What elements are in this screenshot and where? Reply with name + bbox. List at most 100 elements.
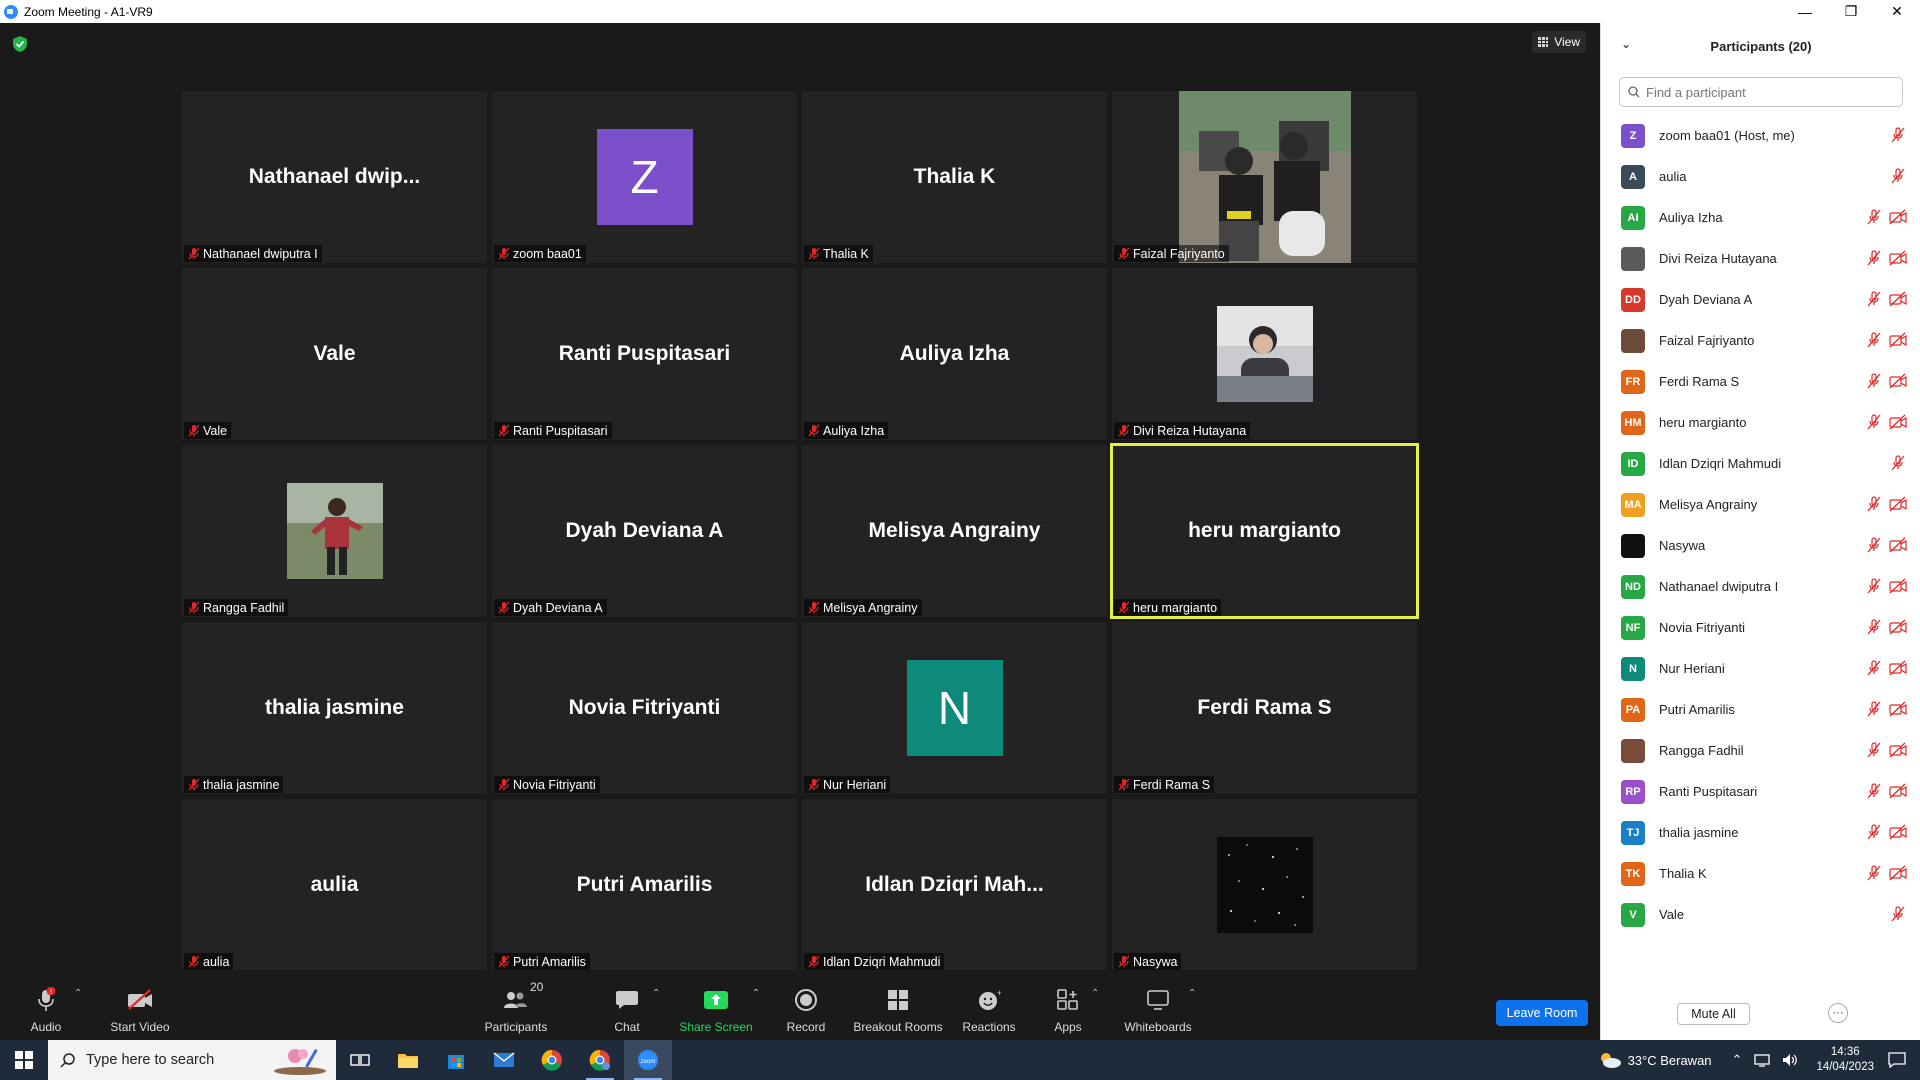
video-tile[interactable]: Zzoom baa01	[492, 91, 797, 263]
tile-name-tag: Nasywa	[1114, 953, 1182, 970]
whiteboards-options-caret[interactable]: ⌃	[1188, 988, 1196, 999]
tile-participant-name: aulia	[203, 954, 230, 969]
mute-all-button[interactable]: Mute All	[1677, 1003, 1750, 1025]
video-tile[interactable]: Nathanael dwip... Nathanael dwiputra I	[182, 91, 487, 263]
tile-name-tag: Thalia K	[804, 245, 873, 262]
status-spacer	[1865, 127, 1883, 143]
participant-row[interactable]: HM heru margianto	[1601, 402, 1920, 443]
participant-row[interactable]: NF Novia Fitriyanti	[1601, 607, 1920, 648]
video-tile[interactable]: N Nur Heriani	[802, 622, 1107, 794]
video-tile[interactable]: Rangga Fadhil	[182, 445, 487, 617]
video-tile[interactable]: Idlan Dziqri Mah... Idlan Dziqri Mahmudi	[802, 799, 1107, 971]
muted-microphone-icon	[498, 955, 510, 968]
share-screen-button[interactable]: Share Screen	[679, 970, 753, 1040]
video-tile[interactable]: Vale Vale	[182, 268, 487, 440]
participant-row[interactable]: Zzoom baa01 (Host, me)	[1601, 115, 1920, 156]
audio-options-caret[interactable]: ⌃	[74, 988, 82, 999]
muted-microphone-icon	[1118, 955, 1130, 968]
breakout-rooms-button[interactable]: Breakout Rooms	[852, 970, 944, 1040]
participant-row[interactable]: Nasywa	[1601, 525, 1920, 566]
video-tile[interactable]: Ranti Puspitasari Ranti Puspitasari	[492, 268, 797, 440]
participant-name: zoom baa01 (Host, me)	[1659, 128, 1795, 143]
zoom-taskbar-button[interactable]: zoom	[624, 1040, 672, 1080]
participant-row[interactable]: ND Nathanael dwiputra I	[1601, 566, 1920, 607]
record-button[interactable]: Record	[786, 970, 826, 1040]
participant-row[interactable]: TK Thalia K	[1601, 853, 1920, 894]
share-screen-label: Share Screen	[679, 1020, 753, 1034]
video-tile[interactable]: aulia aulia	[182, 799, 487, 971]
find-participant-input[interactable]: Find a participant	[1619, 77, 1903, 107]
video-tile[interactable]: Dyah Deviana A Dyah Deviana A	[492, 445, 797, 617]
participants-button[interactable]: 20 Participants	[485, 970, 548, 1040]
participant-row[interactable]: N Nur Heriani	[1601, 648, 1920, 689]
participant-row[interactable]: AI Auliya Izha	[1601, 197, 1920, 238]
participant-avatar: AI	[1621, 205, 1645, 230]
minimize-button[interactable]: —	[1782, 0, 1828, 23]
chrome-profile-icon	[589, 1049, 610, 1071]
participant-name: Melisya Angrainy	[1659, 497, 1758, 512]
participant-avatar: DD	[1621, 287, 1645, 312]
chrome-button[interactable]	[528, 1040, 576, 1080]
collapse-chevron-icon[interactable]: ⌄	[1621, 37, 1631, 51]
notifications-icon[interactable]	[1888, 1052, 1906, 1068]
security-shield-icon[interactable]	[12, 35, 28, 53]
participant-row[interactable]: PA Putri Amarilis	[1601, 689, 1920, 730]
more-options-button[interactable]: ···	[1828, 1003, 1848, 1023]
participant-row[interactable]: DD Dyah Deviana A	[1601, 279, 1920, 320]
video-tile[interactable]: Putri Amarilis Putri Amarilis	[492, 799, 797, 971]
video-tile[interactable]: thalia jasmine thalia jasmine	[182, 622, 487, 794]
participant-row[interactable]: Aaulia	[1601, 156, 1920, 197]
video-tile[interactable]: Auliya Izha Auliya Izha	[802, 268, 1107, 440]
video-tile[interactable]: Faizal Fajriyanto	[1112, 91, 1417, 263]
tile-name-tag: Faizal Fajriyanto	[1114, 245, 1229, 262]
taskbar-clock[interactable]: 14:36 14/04/2023	[1816, 1045, 1874, 1075]
windows-start-button[interactable]	[0, 1040, 48, 1080]
participant-row[interactable]: Rangga Fadhil	[1601, 730, 1920, 771]
chat-button[interactable]: Chat	[612, 970, 642, 1040]
participant-avatar: ND	[1621, 574, 1645, 599]
participant-row[interactable]: FR Ferdi Rama S	[1601, 361, 1920, 402]
reactions-button[interactable]: + Reactions	[962, 970, 1016, 1040]
weather-widget[interactable]: 33°C Berawan	[1598, 1051, 1712, 1069]
video-tile[interactable]: Thalia K Thalia K	[802, 91, 1107, 263]
video-tile[interactable]: heru margianto heru margianto	[1110, 443, 1419, 619]
participant-row[interactable]: V Vale	[1601, 894, 1920, 935]
tile-participant-name: Faizal Fajriyanto	[1133, 246, 1225, 261]
view-button[interactable]: View	[1532, 31, 1586, 53]
microsoft-store-button[interactable]	[432, 1040, 480, 1080]
file-explorer-button[interactable]	[384, 1040, 432, 1080]
volume-icon[interactable]	[1782, 1053, 1798, 1067]
apps-options-caret[interactable]: ⌃	[1091, 988, 1099, 999]
taskbar-search-box[interactable]: Type here to search	[48, 1040, 336, 1080]
video-tile[interactable]: Divi Reiza Hutayana	[1112, 268, 1417, 440]
audio-button[interactable]: ! Audio	[28, 970, 64, 1040]
participant-row[interactable]: ID Idlan Dziqri Mahmudi	[1601, 443, 1920, 484]
chrome-profile-button[interactable]	[576, 1040, 624, 1080]
apps-button[interactable]: Apps	[1052, 970, 1084, 1040]
restore-button[interactable]: ❐	[1828, 0, 1874, 23]
show-hidden-icons-chevron[interactable]: ⌃	[1732, 1052, 1743, 1068]
participant-row[interactable]: Faizal Fajriyanto	[1601, 320, 1920, 361]
close-button[interactable]: ✕	[1874, 0, 1920, 23]
participant-status-icons	[1865, 496, 1907, 512]
leave-room-button[interactable]: Leave Room	[1496, 1000, 1588, 1026]
participant-status-icons	[1865, 742, 1907, 758]
participant-row[interactable]: MA Melisya Angrainy	[1601, 484, 1920, 525]
share-options-caret[interactable]: ⌃	[752, 988, 760, 999]
participant-row[interactable]: TJ thalia jasmine	[1601, 812, 1920, 853]
network-icon[interactable]	[1754, 1053, 1771, 1067]
tile-name-tag: Divi Reiza Hutayana	[1114, 422, 1251, 439]
participant-row[interactable]: RP Ranti Puspitasari	[1601, 771, 1920, 812]
video-tile[interactable]: Nasywa	[1112, 799, 1417, 971]
muted-microphone-icon	[188, 778, 200, 791]
participant-row[interactable]: Divi Reiza Hutayana	[1601, 238, 1920, 279]
video-tile[interactable]: Melisya Angrainy Melisya Angrainy	[802, 445, 1107, 617]
whiteboards-button[interactable]: Whiteboards	[1122, 970, 1194, 1040]
task-view-button[interactable]	[336, 1040, 384, 1080]
mail-button[interactable]	[480, 1040, 528, 1080]
video-tile[interactable]: Ferdi Rama S Ferdi Rama S	[1112, 622, 1417, 794]
start-video-button[interactable]: Start Video	[108, 970, 172, 1040]
chat-options-caret[interactable]: ⌃	[652, 988, 660, 999]
tile-participant-name: Melisya Angrainy	[823, 600, 918, 615]
video-tile[interactable]: Novia Fitriyanti Novia Fitriyanti	[492, 622, 797, 794]
